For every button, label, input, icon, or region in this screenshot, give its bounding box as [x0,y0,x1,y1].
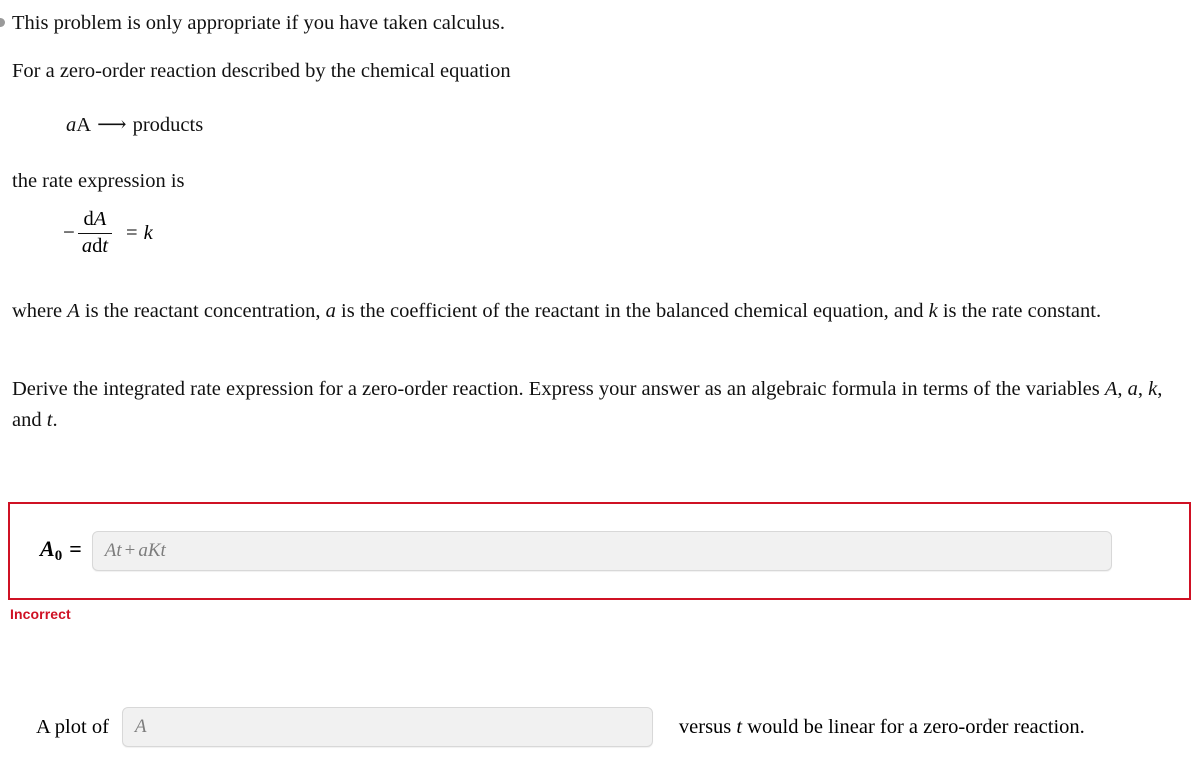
rate-expression-lead: the rate expression is [12,170,185,192]
numerator-differential: d [83,208,94,230]
reaction-equation: aA ⟶ products [66,110,203,141]
plot-input[interactable]: A [121,707,653,747]
plot-tail-text-1: versus [678,715,737,738]
where-text-4: is the rate constant. [937,300,1102,322]
denominator-differential: d [92,235,103,258]
answer-label: A0 = [40,536,82,565]
derive-sep-2: , [1137,378,1149,400]
where-var-k: k [928,300,938,322]
reaction-reactant: A [76,114,90,136]
derive-var-k: k [1148,378,1158,400]
plot-question-row: A plot of A versus t would be linear for… [36,707,1085,747]
calculus-statement: This problem is only appropriate if you … [12,12,506,34]
reaction-arrow-icon: ⟶ [97,114,126,136]
denominator-time: t [102,235,109,258]
intro-text: For a zero-order reaction described by t… [12,60,511,82]
derive-period: . [52,409,58,432]
plot-tail-text-2: would be linear for a zero-order reactio… [742,715,1085,738]
where-text-1: where [12,300,68,322]
denominator-coefficient: a [81,235,93,258]
plot-lead-text: A plot of [36,715,109,738]
rate-equation-right-side: = k [126,222,153,245]
numerator-variable: A [93,208,107,230]
where-var-A: A [67,300,80,322]
reaction-products: products [132,114,204,136]
derive-paragraph: Derive the integrated rate expression fo… [12,374,1180,436]
equals-sign: = [126,221,138,244]
reaction-coefficient: a [66,114,77,136]
answer-input-term-1: At [104,540,122,561]
plot-input-value: A [134,716,147,737]
derive-text-1: Derive the integrated rate expression fo… [12,378,1105,400]
where-paragraph: where A is the reactant concentration, a… [12,296,1180,327]
where-text-3: is the coefficient of the reactant in th… [335,300,929,322]
derive-var-A: A [1104,378,1118,400]
where-var-a: a [325,300,336,322]
answer-input-operator: + [124,540,136,561]
answer-input[interactable]: At + aKt [91,531,1112,571]
rate-equation-denominator: adt [78,234,112,259]
derive-var-a: a [1127,378,1138,400]
answer-label-variable: A [40,536,55,562]
rate-equation: − dA adt = k [63,208,153,259]
answer-label-subscript: 0 [54,548,63,565]
feedback-incorrect-label: Incorrect [10,606,71,622]
plot-tail-text: versus t would be linear for a zero-orde… [679,716,1085,739]
answer-input-term-2: aKt [138,540,166,561]
where-text-2: is the reactant concentration, [79,300,326,322]
answer-label-equals: = [69,536,82,562]
rate-equation-fraction: dA adt [77,208,113,259]
rate-equation-numerator: dA [80,208,111,233]
problem-page: This problem is only appropriate if you … [0,0,1200,769]
rate-equation-minus-sign: − [63,219,75,244]
derive-sep-1: , [1117,378,1128,400]
bullet-marker-icon [0,18,5,27]
answer-box: A0 = At + aKt [8,502,1191,600]
rate-constant-symbol: k [143,221,153,244]
